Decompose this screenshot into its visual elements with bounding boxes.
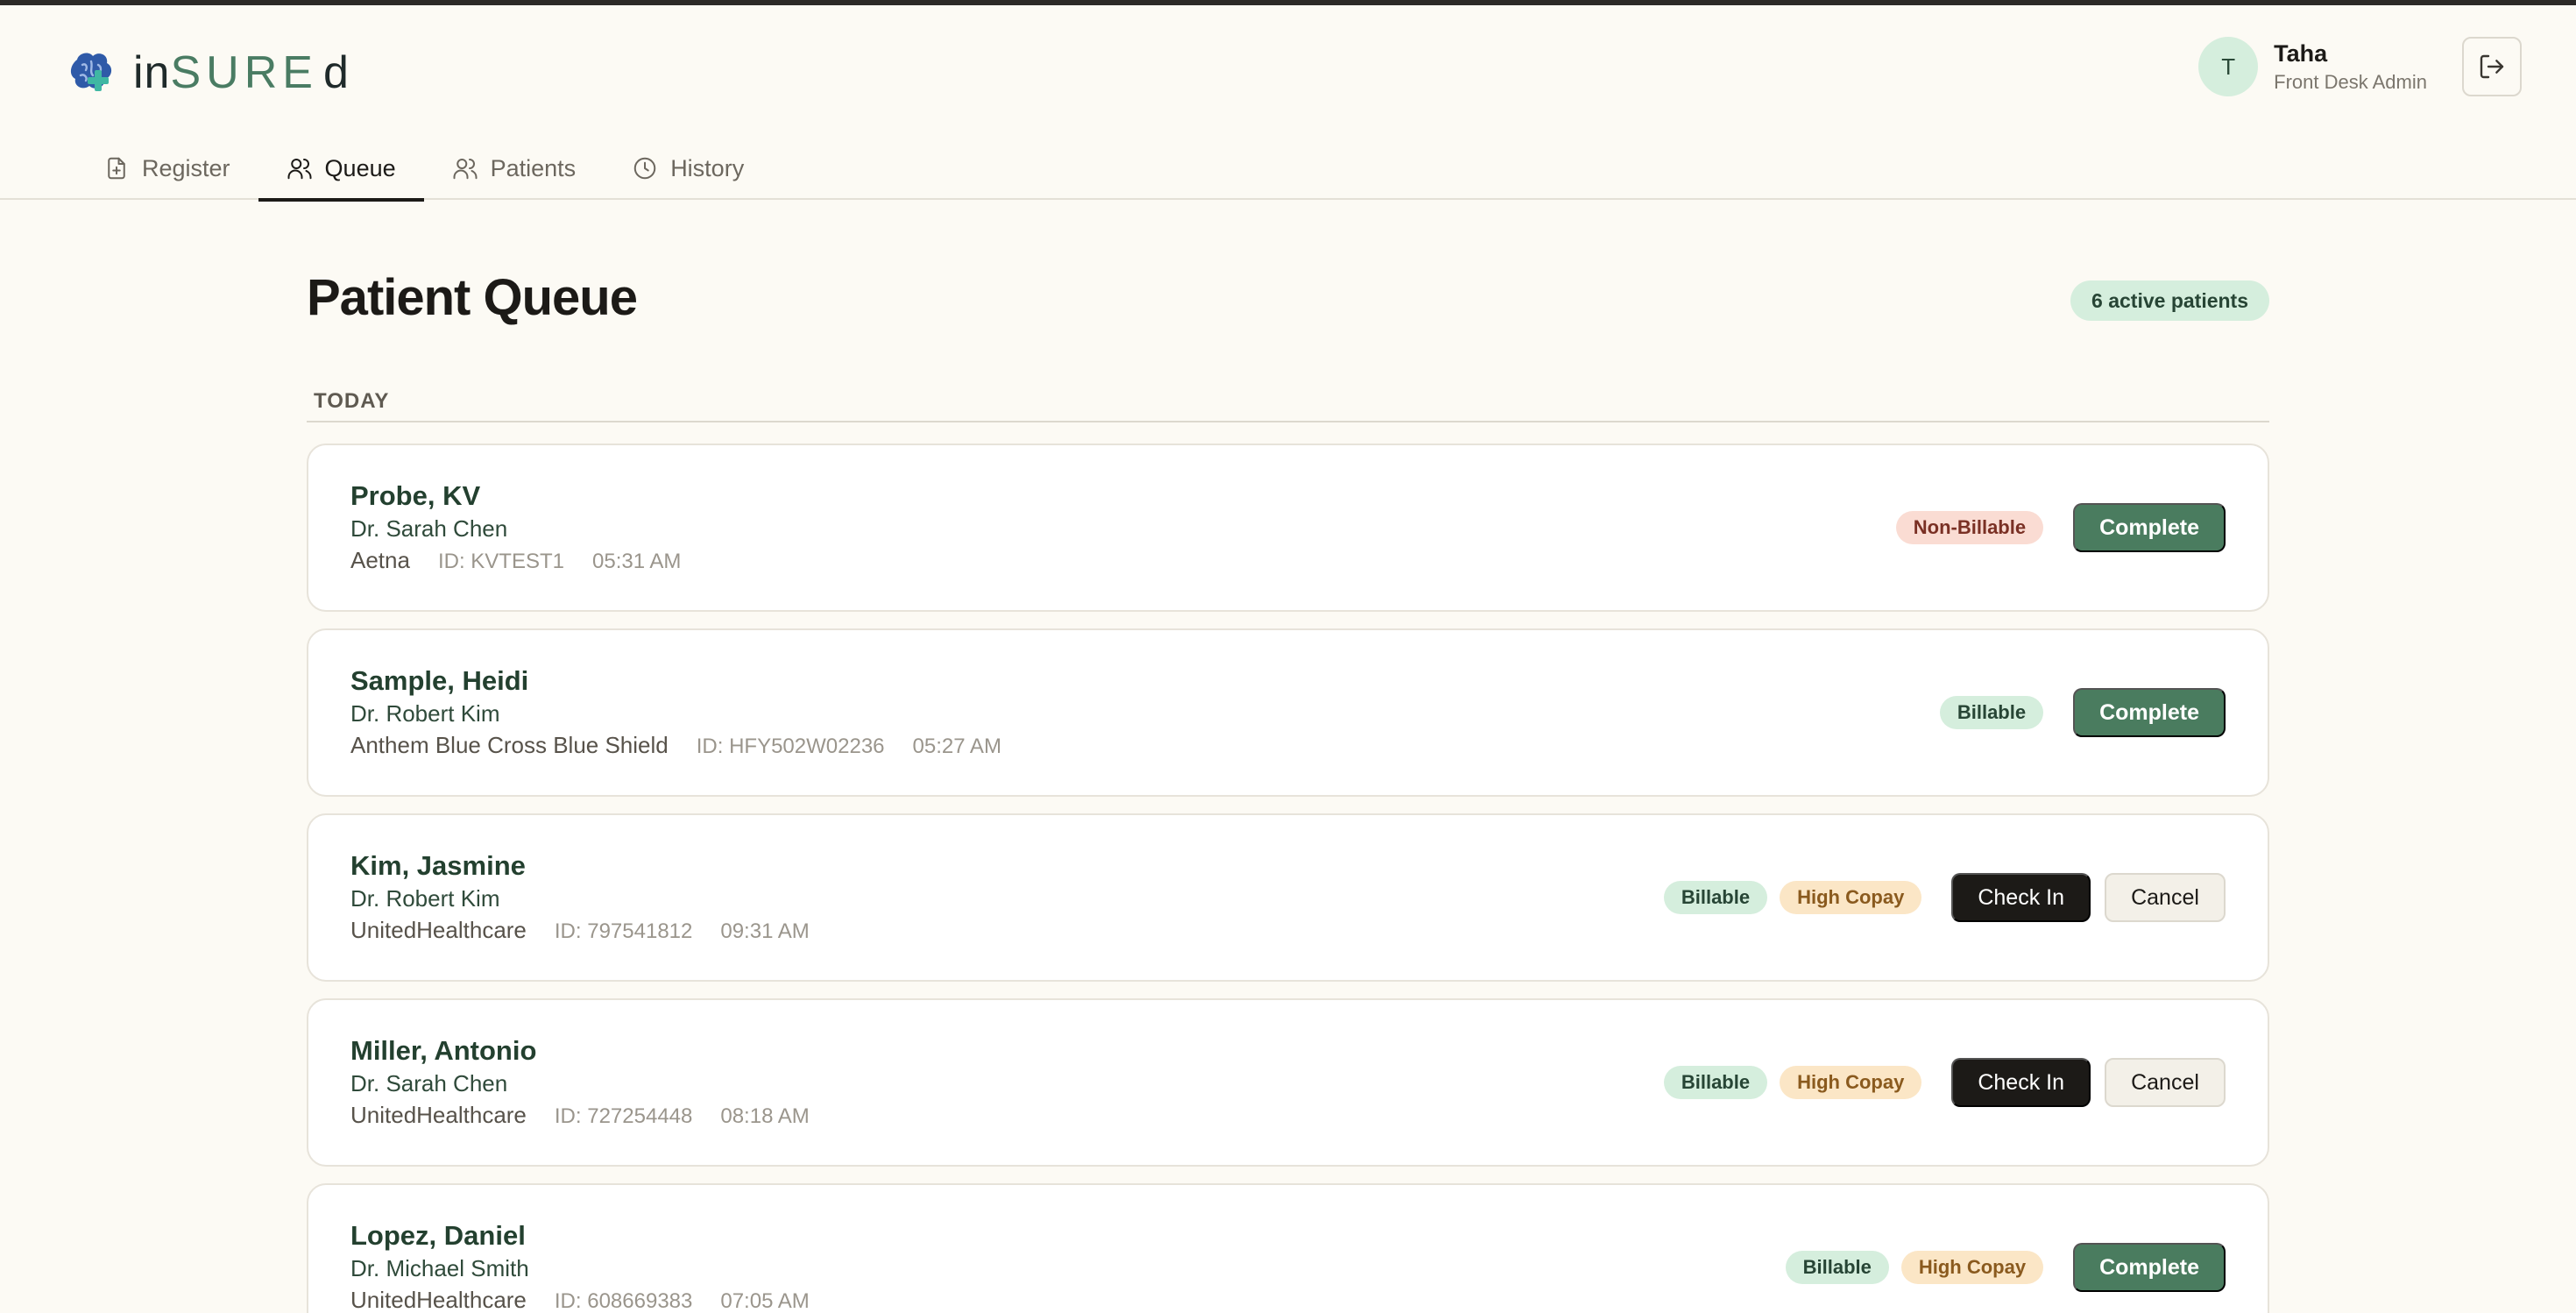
patient-doctor: Dr. Michael Smith xyxy=(350,1255,529,1281)
patient-insurer: UnitedHealthcare xyxy=(350,1287,527,1313)
patient-actions: Billable High Copay Check In Cancel xyxy=(1663,873,2226,922)
high-copay-badge: High Copay xyxy=(1780,1066,1922,1099)
patient-name: Probe, KV xyxy=(350,480,481,511)
tab-queue[interactable]: Queue xyxy=(258,137,424,202)
avatar[interactable]: T xyxy=(2198,37,2259,96)
brand-prefix: in xyxy=(133,47,171,98)
patient-time: 05:27 AM xyxy=(912,735,1001,758)
patient-id: ID: HFY502W02236 xyxy=(696,735,885,758)
patient-id: ID: 608669383 xyxy=(554,1289,693,1313)
patient-name: Kim, Jasmine xyxy=(350,850,526,881)
patient-card[interactable]: Sample, Heidi Dr. Robert Kim Anthem Blue… xyxy=(307,628,2269,797)
tab-history[interactable]: History xyxy=(604,137,772,200)
tab-patients[interactable]: Patients xyxy=(424,137,605,200)
patient-meta: Anthem Blue Cross Blue Shield ID: HFY502… xyxy=(350,732,1001,759)
tab-register-label: Register xyxy=(142,154,230,181)
main-tabs: Register Queue Patients History xyxy=(75,137,772,202)
active-patients-badge: 6 active patients xyxy=(2070,280,2269,321)
brand-suffix: d xyxy=(322,47,350,98)
patient-insurer: UnitedHealthcare xyxy=(350,1102,527,1128)
tab-history-label: History xyxy=(670,154,745,181)
tab-patients-label: Patients xyxy=(490,154,577,181)
patient-id: ID: KVTEST1 xyxy=(437,550,564,573)
patient-meta: UnitedHealthcare ID: 797541812 09:31 AM xyxy=(350,917,810,944)
page-title: Patient Queue xyxy=(307,269,638,326)
brain-logo-icon xyxy=(70,53,112,91)
user-name: Taha xyxy=(2274,39,2328,67)
patient-doctor: Dr. Sarah Chen xyxy=(350,515,508,542)
patient-insurer: Anthem Blue Cross Blue Shield xyxy=(350,732,669,758)
section-label-today: TODAY xyxy=(314,389,390,413)
section-divider xyxy=(307,421,2269,422)
user-menu: T Taha Front Desk Admin xyxy=(2198,37,2522,96)
check-in-button[interactable]: Check In xyxy=(1951,1058,2091,1107)
brand[interactable]: in SURE d xyxy=(67,42,350,103)
patient-doctor: Dr. Robert Kim xyxy=(350,700,500,727)
billable-badge: Billable xyxy=(1939,696,2044,729)
patient-name: Lopez, Daniel xyxy=(350,1220,526,1251)
patient-name: Miller, Antonio xyxy=(350,1035,537,1066)
brand-name: in SURE d xyxy=(133,46,350,99)
patient-insurer: UnitedHealthcare xyxy=(350,917,527,943)
patient-time: 09:31 AM xyxy=(720,919,810,943)
patient-meta: Aetna ID: KVTEST1 05:31 AM xyxy=(350,547,681,574)
user-meta: Taha Front Desk Admin xyxy=(2274,40,2427,94)
patient-id: ID: 727254448 xyxy=(554,1104,693,1128)
patient-card[interactable]: Lopez, Daniel Dr. Michael Smith UnitedHe… xyxy=(307,1183,2269,1313)
patient-actions: Billable High Copay Complete xyxy=(1785,1243,2226,1292)
check-in-button[interactable]: Check In xyxy=(1951,873,2091,922)
high-copay-badge: High Copay xyxy=(1780,881,1922,914)
patient-name: Sample, Heidi xyxy=(350,665,529,696)
complete-button[interactable]: Complete xyxy=(2073,503,2226,552)
logout-button[interactable] xyxy=(2462,37,2522,96)
patient-card[interactable]: Probe, KV Dr. Sarah Chen Aetna ID: KVTES… xyxy=(307,444,2269,612)
patient-actions: Billable High Copay Check In Cancel xyxy=(1663,1058,2226,1107)
patient-id: ID: 797541812 xyxy=(554,919,693,943)
patient-card[interactable]: Kim, Jasmine Dr. Robert Kim UnitedHealth… xyxy=(307,813,2269,982)
complete-button[interactable]: Complete xyxy=(2073,1243,2226,1292)
billable-badge: Billable xyxy=(1785,1251,1889,1284)
patient-card[interactable]: Miller, Antonio Dr. Sarah Chen UnitedHea… xyxy=(307,998,2269,1167)
patient-meta: UnitedHealthcare ID: 727254448 08:18 AM xyxy=(350,1102,810,1129)
patient-time: 08:18 AM xyxy=(720,1104,810,1128)
billable-badge: Billable xyxy=(1663,1066,1768,1099)
patient-actions: Non-Billable Complete xyxy=(1895,503,2226,552)
complete-button[interactable]: Complete xyxy=(2073,688,2226,737)
header: in SURE d T Taha Front Desk Admin Regist… xyxy=(0,5,2576,202)
app: in SURE d T Taha Front Desk Admin Regist… xyxy=(0,5,2576,1313)
patient-time: 07:05 AM xyxy=(720,1289,810,1313)
patient-insurer: Aetna xyxy=(350,547,410,573)
user-role: Front Desk Admin xyxy=(2274,70,2427,93)
patient-actions: Billable Complete xyxy=(1939,688,2226,737)
users-icon xyxy=(453,159,478,180)
logout-icon xyxy=(2480,54,2504,79)
cancel-button[interactable]: Cancel xyxy=(2105,1058,2226,1107)
users-icon xyxy=(287,159,312,180)
clock-icon xyxy=(633,157,656,180)
tab-register[interactable]: Register xyxy=(75,137,258,200)
high-copay-badge: High Copay xyxy=(1900,1251,2044,1284)
patient-doctor: Dr. Sarah Chen xyxy=(350,1070,508,1097)
file-plus-icon xyxy=(108,157,125,180)
tab-queue-label: Queue xyxy=(324,154,396,181)
cancel-button[interactable]: Cancel xyxy=(2105,873,2226,922)
patient-meta: UnitedHealthcare ID: 608669383 07:05 AM xyxy=(350,1287,810,1313)
billable-badge: Billable xyxy=(1663,881,1768,914)
non-billable-badge: Non-Billable xyxy=(1895,511,2044,544)
brand-middle: SURE xyxy=(170,47,318,98)
patient-doctor: Dr. Robert Kim xyxy=(350,885,500,912)
patient-time: 05:31 AM xyxy=(592,550,682,573)
